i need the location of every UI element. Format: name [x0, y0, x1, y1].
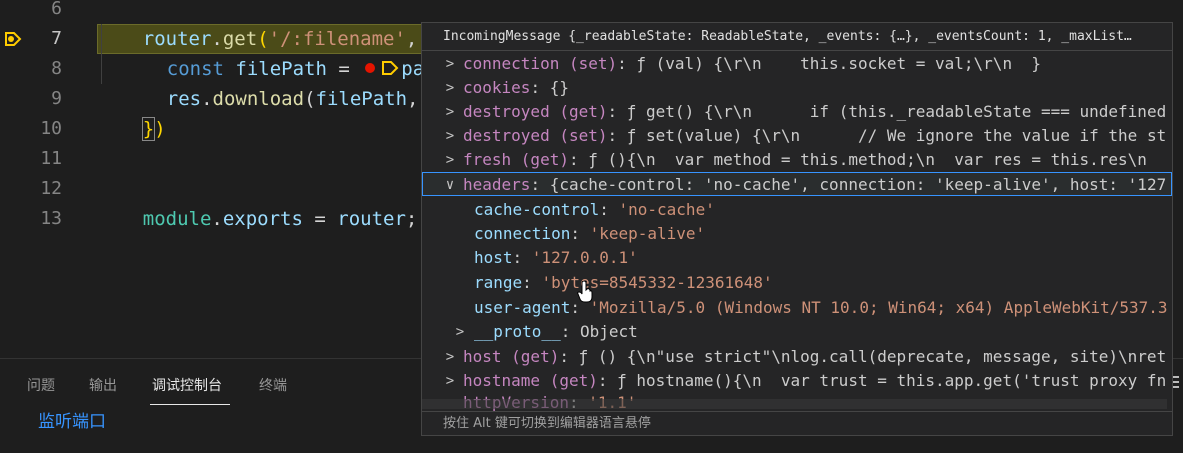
tree-item-destroyed-set[interactable]: > destroyed (set): ƒ set(value) {\r\n //… — [422, 124, 1172, 148]
line-number: 9 — [51, 88, 62, 109]
chevron-right-icon[interactable]: > — [453, 320, 467, 344]
chevron-right-icon[interactable]: > — [443, 124, 457, 148]
tree-item-host-get[interactable]: > host (get): ƒ () {\n"use strict"\nlog.… — [422, 345, 1172, 369]
chevron-right-icon[interactable]: > — [443, 369, 457, 393]
chevron-right-icon[interactable]: > — [443, 345, 457, 369]
line-number: 10 — [40, 118, 62, 139]
line-number: 13 — [40, 208, 62, 229]
debug-hover-widget[interactable]: IncomingMessage {_readableState: Readabl… — [421, 22, 1173, 436]
chevron-down-icon[interactable]: ∨ — [443, 173, 457, 195]
code-line-12[interactable]: module.exports = router; — [97, 174, 418, 230]
console-output-text: 监听端口 — [38, 412, 106, 432]
tree-item-connection-set[interactable]: > connection (set): ƒ (val) {\r\n this.s… — [422, 52, 1172, 76]
tab-debug-console[interactable]: 调试控制台 — [152, 375, 222, 395]
hover-object-summary: IncomingMessage {_readableState: Readabl… — [422, 23, 1172, 51]
tree-item-host[interactable]: host: '127.0.0.1' — [422, 246, 1172, 270]
current-execution-arrow-icon[interactable] — [4, 30, 22, 48]
tree-item-cookies[interactable]: > cookies: {} — [422, 76, 1172, 100]
line-number: 12 — [40, 178, 62, 199]
horizontal-scrollbar[interactable] — [422, 399, 1167, 409]
tree-item-range[interactable]: range: 'bytes=8545332-12361648' — [422, 271, 1172, 295]
tab-terminal[interactable]: 终端 — [259, 375, 287, 395]
hover-hint: 按住 Alt 键可切换到编辑器语言悬停 — [422, 411, 1172, 435]
hand-cursor-icon — [577, 281, 593, 303]
code-line-9[interactable]: }) — [97, 84, 166, 141]
tree-item-connection[interactable]: connection: 'keep-alive' — [422, 222, 1172, 246]
line-number: 6 — [51, 0, 62, 19]
tree-item-proto[interactable]: > __proto__: Object — [422, 320, 1172, 344]
line-number-gutter: 6 7 8 9 10 11 12 13 — [0, 0, 90, 358]
tree-item-fresh-get[interactable]: > fresh (get): ƒ (){\n var method = this… — [422, 148, 1172, 172]
tree-item-cache-control[interactable]: cache-control: 'no-cache' — [422, 198, 1172, 222]
code-line-8[interactable]: res.download(filePath, re — [121, 54, 453, 110]
line-number: 8 — [51, 58, 62, 79]
tree-item-destroyed-get[interactable]: > destroyed (get): ƒ get() {\r\n if (thi… — [422, 100, 1172, 124]
tree-item-hostname-get[interactable]: > hostname (get): ƒ hostname(){\n var tr… — [422, 369, 1172, 393]
chevron-right-icon[interactable]: > — [443, 100, 457, 124]
tab-output[interactable]: 输出 — [89, 375, 117, 395]
chevron-right-icon[interactable]: > — [443, 52, 457, 76]
active-tab-indicator — [150, 404, 230, 405]
tab-problems[interactable]: 问题 — [27, 375, 55, 395]
tree-item-headers[interactable]: ∨ headers: {cache-control: 'no-cache', c… — [422, 172, 1172, 196]
chevron-right-icon[interactable]: > — [443, 76, 457, 100]
line-number: 11 — [40, 148, 62, 169]
chevron-right-icon[interactable]: > — [443, 148, 457, 172]
code-line-7[interactable]: const filePath = path — [121, 24, 447, 80]
tree-item-user-agent[interactable]: user-agent: 'Mozilla/5.0 (Windows NT 10.… — [422, 296, 1172, 320]
code-line-6[interactable]: router.get('/:filename', (req, res) => { — [97, 0, 602, 51]
